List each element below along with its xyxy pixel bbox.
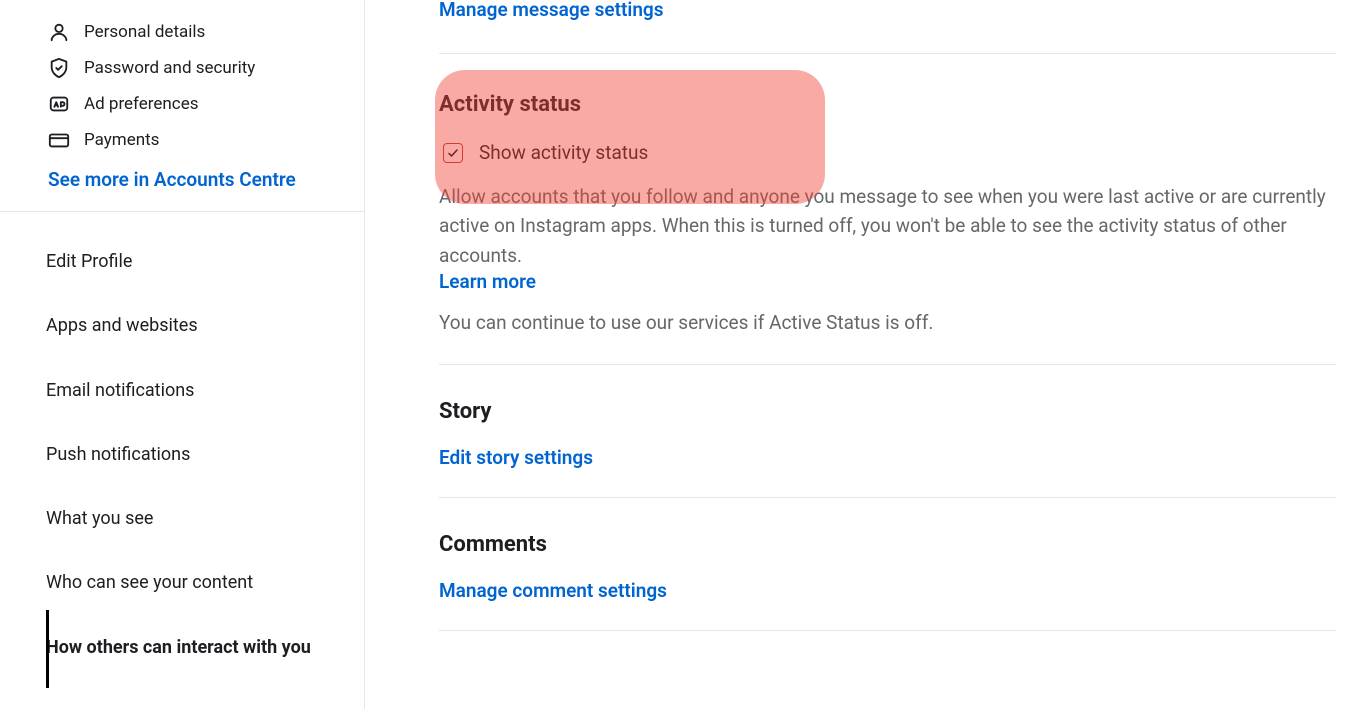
sidebar-item-label: Personal details <box>84 22 205 42</box>
sidebar-item-label: Payments <box>84 130 159 150</box>
ad-icon <box>48 93 70 115</box>
story-section: Story Edit story settings <box>439 365 1336 497</box>
sidebar-item-personal-details[interactable]: Personal details <box>48 14 346 50</box>
learn-more-link[interactable]: Learn more <box>439 270 536 293</box>
sidebar-item-email-notifications[interactable]: Email notifications <box>46 359 326 423</box>
activity-status-description: Allow accounts that you follow and anyon… <box>439 182 1336 270</box>
card-icon <box>48 129 70 151</box>
settings-sidebar: Personal details Password and security A… <box>0 0 365 709</box>
sidebar-item-label: Password and security <box>84 58 255 78</box>
checkbox-label: Show activity status <box>479 141 648 164</box>
divider <box>439 630 1336 631</box>
comments-section: Comments Manage comment settings <box>439 498 1336 630</box>
sidebar-item-apps-websites[interactable]: Apps and websites <box>46 294 326 358</box>
manage-message-settings-link[interactable]: Manage message settings <box>439 0 664 21</box>
sidebar-item-what-you-see[interactable]: What you see <box>46 487 326 551</box>
sidebar-item-payments[interactable]: Payments <box>48 122 346 158</box>
section-title-comments: Comments <box>439 532 1336 557</box>
sidebar-item-how-others-interact[interactable]: How others can interact with you <box>46 616 326 680</box>
sidebar-item-ad-preferences[interactable]: Ad preferences <box>48 86 346 122</box>
sidebar-item-edit-profile[interactable]: Edit Profile <box>46 230 326 294</box>
active-indicator <box>46 610 49 688</box>
sidebar-item-label: Ad preferences <box>84 94 198 114</box>
section-title-story: Story <box>439 399 1336 424</box>
activity-status-footer: You can continue to use our services if … <box>439 311 1336 334</box>
sidebar-item-who-can-see[interactable]: Who can see your content <box>46 551 326 615</box>
show-activity-status-toggle[interactable]: Show activity status <box>439 141 1336 164</box>
manage-comment-settings-link[interactable]: Manage comment settings <box>439 579 667 602</box>
see-more-accounts-centre-link[interactable]: See more in Accounts Centre <box>48 158 346 191</box>
sidebar-item-password-security[interactable]: Password and security <box>48 50 346 86</box>
edit-story-settings-link[interactable]: Edit story settings <box>439 446 593 469</box>
section-title-activity-status: Activity status <box>439 92 1336 117</box>
activity-status-section: Activity status Show activity status All… <box>439 54 1336 364</box>
user-icon <box>48 21 70 43</box>
main-content: Manage message settings Activity status … <box>365 0 1366 709</box>
checkbox-checked-icon <box>443 143 463 163</box>
shield-icon <box>48 57 70 79</box>
sidebar-nav: Edit Profile Apps and websites Email not… <box>0 212 364 680</box>
sidebar-item-push-notifications[interactable]: Push notifications <box>46 423 326 487</box>
